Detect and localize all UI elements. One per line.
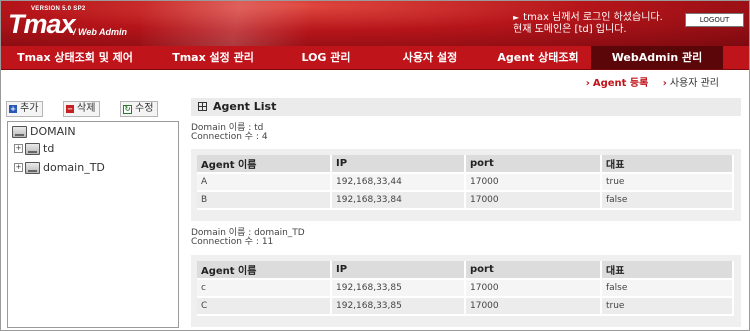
- primary-cell: true: [601, 297, 734, 315]
- column-header: IP: [331, 261, 466, 279]
- delete-button-label: 삭제: [77, 103, 96, 114]
- ip-cell: 192,168,33,85: [331, 297, 466, 315]
- database-icon: [25, 161, 40, 174]
- chevron-right-icon: ›: [585, 78, 590, 89]
- column-header: Agent 이름: [197, 155, 332, 173]
- menu-item-webadmin[interactable]: WebAdmin 관리: [591, 46, 723, 69]
- agent-table-container: Agent 이름 IP port 대표 A 192,168,33,44 1700…: [191, 149, 741, 221]
- ip-cell: 192,168,33,84: [331, 191, 466, 209]
- port-cell: 17000: [465, 297, 602, 315]
- table-row[interactable]: A 192,168,33,44 17000 true: [197, 173, 734, 191]
- header-banner: VERSION 5.0 SP2 Tmax / Web Admin ► tmax 님…: [1, 1, 749, 46]
- column-header: port: [465, 155, 602, 173]
- agent-table: Agent 이름 IP port 대표 A 192,168,33,44 1700…: [197, 155, 734, 210]
- agent-name-cell: A: [197, 173, 332, 191]
- tree-node-td[interactable]: + td: [14, 142, 54, 155]
- column-header: 대표: [601, 261, 734, 279]
- menu-item-tmax-status[interactable]: Tmax 상태조회 및 제어: [1, 46, 149, 69]
- panel-title-bar: Agent List: [191, 98, 741, 116]
- primary-cell: false: [601, 191, 734, 209]
- panel-title: Agent List: [213, 100, 277, 113]
- primary-cell: false: [601, 279, 734, 297]
- logout-button[interactable]: LOGOUT: [685, 13, 744, 27]
- login-message: ► tmax 님께서 로그인 하셨습니다. 현재 도메인은 [td] 입니다.: [513, 12, 663, 36]
- port-cell: 17000: [465, 191, 602, 209]
- refresh-icon: ↻: [123, 104, 132, 114]
- ip-cell: 192,168,33,85: [331, 279, 466, 297]
- grid-icon: [198, 102, 207, 111]
- logo-subtitle: / Web Admin: [73, 27, 127, 37]
- subnav-agent-register[interactable]: Agent 등록: [593, 78, 648, 89]
- table-row[interactable]: C 192,168,33,85 17000 true: [197, 297, 734, 315]
- app-frame: VERSION 5.0 SP2 Tmax / Web Admin ► tmax 님…: [0, 0, 750, 331]
- agent-name-cell: C: [197, 297, 332, 315]
- agent-name-cell: B: [197, 191, 332, 209]
- add-button[interactable]: + 추가: [6, 101, 44, 117]
- menu-item-agent-status[interactable]: Agent 상태조회: [485, 46, 591, 69]
- database-icon: [25, 142, 40, 155]
- ip-cell: 192,168,33,44: [331, 173, 466, 191]
- menu-item-log[interactable]: LOG 관리: [277, 46, 375, 69]
- table-row[interactable]: B 192,168,33,84 17000 false: [197, 191, 734, 209]
- tree-node-domain-td[interactable]: + domain_TD: [14, 161, 105, 174]
- delete-button[interactable]: − 삭제: [63, 101, 101, 117]
- agent-table: Agent 이름 IP port 대표 c 192,168,33,85 1700…: [197, 261, 734, 316]
- connection-count-text: Connection 수 : 4: [191, 132, 268, 142]
- minus-icon: −: [66, 105, 74, 113]
- connection-count-text: Connection 수 : 11: [191, 237, 274, 247]
- tree-node-label: domain_TD: [43, 161, 105, 174]
- table-header-row: Agent 이름 IP port 대표: [197, 261, 734, 279]
- logo: Tmax: [8, 9, 76, 39]
- table-row[interactable]: c 192,168,33,85 17000 false: [197, 279, 734, 297]
- domain-tree: DOMAIN + td + domain_TD: [7, 121, 179, 328]
- menu-item-tmax-config[interactable]: Tmax 설정 관리: [149, 46, 277, 69]
- menu-item-user-settings[interactable]: 사용자 설정: [375, 46, 485, 69]
- agent-table-container: Agent 이름 IP port 대표 c 192,168,33,85 1700…: [191, 255, 741, 327]
- header-decoration: [141, 1, 381, 46]
- port-cell: 17000: [465, 279, 602, 297]
- plus-icon: +: [9, 105, 17, 113]
- subnav-user-management[interactable]: 사용자 관리: [670, 78, 719, 89]
- tree-node-label: DOMAIN: [30, 125, 76, 138]
- column-header: port: [465, 261, 602, 279]
- table-header-row: Agent 이름 IP port 대표: [197, 155, 734, 173]
- primary-cell: true: [601, 173, 734, 191]
- edit-button-label: 수정: [135, 103, 154, 114]
- edit-button[interactable]: ↻ 수정: [120, 101, 159, 117]
- agent-name-cell: c: [197, 279, 332, 297]
- port-cell: 17000: [465, 173, 602, 191]
- arrow-icon: ►: [513, 13, 520, 22]
- tree-node-label: td: [43, 142, 55, 155]
- add-button-label: 추가: [20, 103, 39, 114]
- current-domain-text: 현재 도메인은 [td] 입니다.: [513, 24, 627, 35]
- login-user-text: tmax 님께서 로그인 하셨습니다.: [523, 12, 663, 23]
- column-header: IP: [331, 155, 466, 173]
- chevron-right-icon: ›: [662, 78, 667, 89]
- tree-node-root[interactable]: DOMAIN: [12, 125, 76, 138]
- expand-icon[interactable]: +: [14, 163, 23, 172]
- agent-list-panel: Agent List Domain 이름 : td Connection 수 :…: [191, 98, 741, 330]
- expand-icon[interactable]: +: [14, 144, 23, 153]
- column-header: Agent 이름: [197, 261, 332, 279]
- main-menu: Tmax 상태조회 및 제어 Tmax 설정 관리 LOG 관리 사용자 설정 …: [1, 46, 749, 70]
- sub-navigation: › Agent 등록 › 사용자 관리: [1, 70, 749, 92]
- database-icon: [12, 125, 27, 138]
- column-header: 대표: [601, 155, 734, 173]
- left-panel: + 추가 − 삭제 ↻ 수정 DOMAIN + td + domain_TD: [1, 93, 183, 330]
